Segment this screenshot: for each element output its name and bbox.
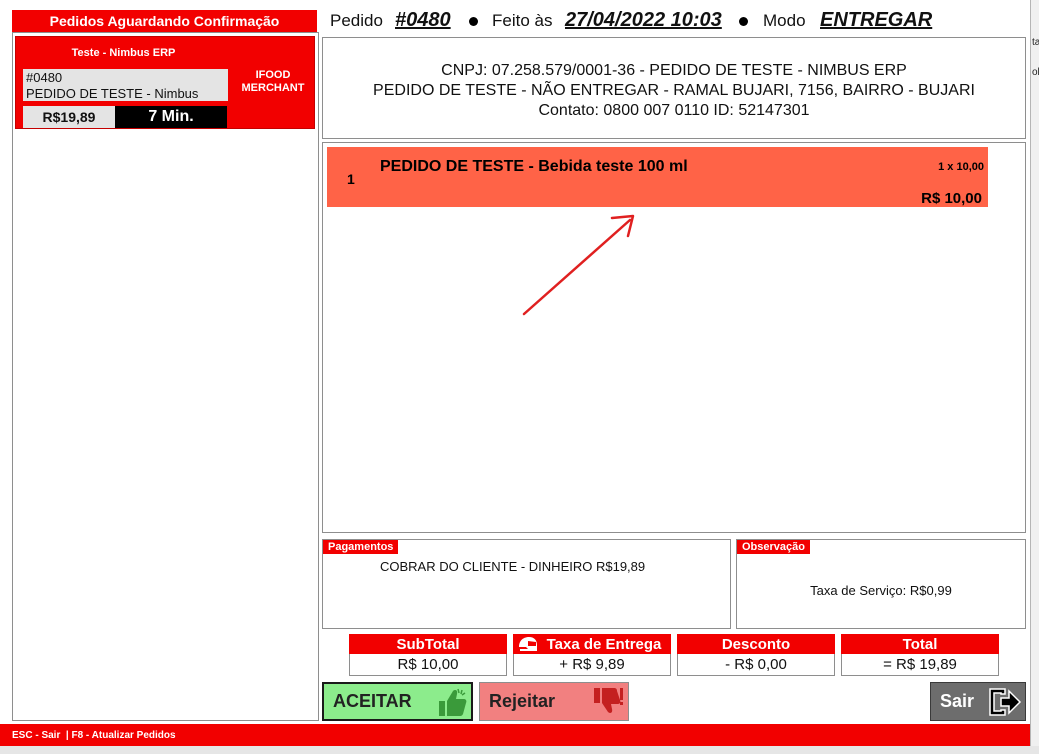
total-label: Total [841, 634, 999, 654]
order-card-info: #0480 PEDIDO DE TESTE - Nimbus [23, 69, 228, 101]
total-box: Total = R$ 19,89 [841, 634, 999, 676]
status-bar-shortcuts: ESC - Sair | F8 - Atualizar Pedidos [12, 729, 176, 741]
observation-title: Observação [737, 540, 810, 554]
order-items-list: 1 PEDIDO DE TESTE - Bebida teste 100 ml … [322, 142, 1026, 533]
annotation-arrow-icon [522, 214, 635, 316]
order-number: #0480 [395, 9, 451, 31]
observation-panel: Observação Taxa de Serviço: R$0,99 [736, 539, 1026, 629]
order-item-name: PEDIDO DE TESTE - Bebida teste 100 ml [380, 158, 688, 175]
separator-dot-icon [469, 17, 478, 26]
mode-label: Modo [763, 11, 806, 30]
thumbs-up-icon [439, 688, 467, 716]
accept-button-label: ACEITAR [333, 691, 412, 711]
accept-button[interactable]: ACEITAR [322, 682, 473, 721]
total-value: = R$ 19,89 [841, 654, 999, 676]
order-card-elapsed-time: 7 Min. [115, 106, 227, 128]
customer-info-box: CNPJ: 07.258.579/0001-36 - PEDIDO DE TES… [322, 37, 1026, 139]
background-window-fragment: ol [1032, 67, 1039, 78]
subtotal-box: SubTotal R$ 10,00 [349, 634, 507, 676]
subtotal-label: SubTotal [349, 634, 507, 654]
order-item-price: R$ 10,00 [921, 190, 982, 207]
order-label: Pedido [330, 11, 383, 30]
exit-door-icon [989, 688, 1022, 716]
order-card-origin-line2: MERCHANT [241, 82, 305, 94]
observation-text: Taxa de Serviço: R$0,99 [810, 583, 952, 598]
pending-orders-list [12, 32, 319, 721]
created-at-label: Feito às [492, 11, 553, 30]
discount-box: Desconto - R$ 0,00 [677, 634, 835, 676]
payments-text: COBRAR DO CLIENTE - DINHEIRO R$19,89 [380, 559, 646, 574]
order-card-company: Teste - Nimbus ERP [71, 47, 176, 59]
background-window-fragment: ta [1032, 37, 1039, 48]
order-item-index: 1 [347, 171, 355, 187]
delivery-fee-value: + R$ 9,89 [513, 654, 671, 676]
discount-label: Desconto [677, 634, 835, 654]
pending-order-card[interactable]: Teste - Nimbus ERP #0480 PEDIDO DE TESTE… [15, 36, 315, 129]
payments-panel: Pagamentos COBRAR DO CLIENTE - DINHEIRO … [322, 539, 731, 629]
order-card-origin-line1: IFOOD [255, 69, 291, 81]
subtotal-value: R$ 10,00 [349, 654, 507, 676]
exit-button-label: Sair [940, 691, 975, 711]
order-card-number: #0480 [26, 70, 63, 85]
reject-button[interactable]: Rejeitar [479, 682, 629, 721]
mode-value: ENTREGAR [820, 9, 933, 31]
delivery-fee-box: Taxa de Entrega + R$ 9,89 [513, 634, 671, 676]
background-window: ta ol [1030, 0, 1039, 754]
delivery-fee-label: Taxa de Entrega [546, 635, 662, 653]
exit-button[interactable]: Sair [930, 682, 1026, 721]
order-item-row[interactable]: 1 PEDIDO DE TESTE - Bebida teste 100 ml … [327, 147, 988, 207]
created-at-value: 27/04/2022 10:03 [565, 9, 722, 31]
customer-contact-line: Contato: 0800 007 0110 ID: 52147301 [538, 102, 810, 119]
reject-button-label: Rejeitar [489, 691, 556, 711]
order-card-origin: IFOOD MERCHANT [233, 69, 313, 95]
payments-title: Pagamentos [323, 540, 399, 554]
thumbs-down-icon [594, 688, 623, 713]
separator-dot-icon [739, 17, 748, 26]
order-card-price: R$19,89 [23, 106, 115, 128]
order-card-description: PEDIDO DE TESTE - Nimbus [26, 86, 199, 101]
customer-address-line: PEDIDO DE TESTE - NÃO ENTREGAR - RAMAL B… [373, 82, 975, 99]
motorcycle-helmet-icon [519, 637, 537, 651]
pending-orders-title: Pedidos Aguardando Confirmação [12, 10, 317, 32]
status-bar: ESC - Sair | F8 - Atualizar Pedidos [0, 724, 1030, 746]
customer-cnpj-line: CNPJ: 07.258.579/0001-36 - PEDIDO DE TES… [441, 62, 907, 79]
window-bottom-edge [0, 746, 1039, 754]
order-item-quantity: 1 x 10,00 [938, 161, 984, 173]
discount-value: - R$ 0,00 [677, 654, 835, 676]
